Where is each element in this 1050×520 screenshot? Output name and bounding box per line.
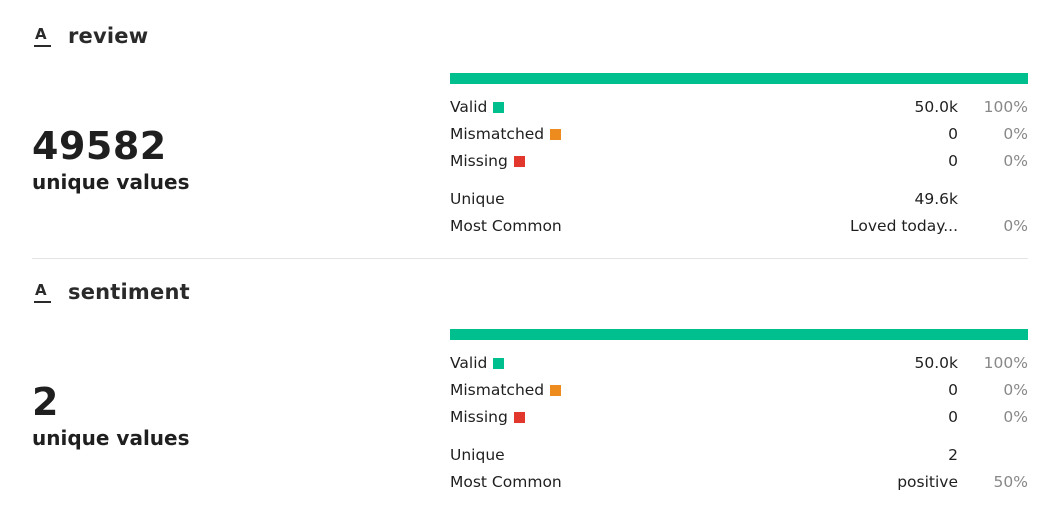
stats-table: Valid 50.0k 100% Mismatched 0 0% Missing… xyxy=(450,96,1028,242)
stat-label: Most Common xyxy=(450,473,562,491)
column-header[interactable]: A sentiment xyxy=(34,278,190,306)
validity-bar-valid-fill xyxy=(450,73,1028,84)
stat-row-mismatched: Mismatched 0 0% xyxy=(450,123,1028,150)
missing-swatch-icon xyxy=(513,155,525,167)
unique-summary: 2 unique values xyxy=(32,380,190,451)
string-type-icon: A xyxy=(34,281,52,303)
unique-count: 2 xyxy=(32,380,59,424)
stat-percent: 0% xyxy=(1003,125,1028,143)
stat-label: Mismatched xyxy=(450,125,545,143)
stat-row-valid: Valid 50.0k 100% xyxy=(450,352,1028,379)
stat-value: 0 xyxy=(948,125,958,143)
stat-percent: 100% xyxy=(983,354,1028,372)
stat-row-most-common: Most Common positive 50% xyxy=(450,471,1028,498)
stat-row-unique: Unique 49.6k xyxy=(450,188,1028,215)
column-name: review xyxy=(68,24,149,48)
unique-count-label: unique values xyxy=(32,170,190,194)
stat-value: 49.6k xyxy=(914,190,959,208)
validity-bar xyxy=(450,329,1028,340)
stat-value: 50.0k xyxy=(914,354,959,372)
unique-summary: 49582 unique values xyxy=(32,124,190,195)
stat-label: Mismatched xyxy=(450,381,545,399)
stat-row-valid: Valid 50.0k 100% xyxy=(450,96,1028,123)
column-summary-sentiment: A sentiment 2 unique values Valid 50.0k … xyxy=(0,256,1050,512)
stat-label: Unique xyxy=(450,446,505,464)
stat-value: 0 xyxy=(948,152,958,170)
stat-label: Missing xyxy=(450,152,508,170)
stat-row-unique: Unique 2 xyxy=(450,444,1028,471)
stat-value: 2 xyxy=(948,446,958,464)
stat-percent: 0% xyxy=(1003,408,1028,426)
unique-count-label: unique values xyxy=(32,426,190,450)
stat-percent: 0% xyxy=(1003,152,1028,170)
stat-row-missing: Missing 0 0% xyxy=(450,150,1028,177)
stat-percent: 0% xyxy=(1003,217,1028,235)
stats-table: Valid 50.0k 100% Mismatched 0 0% Missing… xyxy=(450,352,1028,498)
stat-percent: 100% xyxy=(983,98,1028,116)
column-summary-review: A review 49582 unique values Valid 50.0k… xyxy=(0,0,1050,256)
validity-bar-valid-fill xyxy=(450,329,1028,340)
stat-row-most-common: Most Common Loved today... 0% xyxy=(450,215,1028,242)
valid-swatch-icon xyxy=(493,101,505,113)
stat-label: Unique xyxy=(450,190,505,208)
valid-swatch-icon xyxy=(493,357,505,369)
stat-value: positive xyxy=(897,473,958,491)
mismatched-swatch-icon xyxy=(550,128,562,140)
stat-label: Valid xyxy=(450,354,488,372)
column-name: sentiment xyxy=(68,280,190,304)
string-type-icon: A xyxy=(34,25,52,47)
column-header[interactable]: A review xyxy=(34,22,148,50)
stat-value: 0 xyxy=(948,408,958,426)
stat-value: Loved today... xyxy=(850,217,958,235)
missing-swatch-icon xyxy=(513,411,525,423)
stat-label: Missing xyxy=(450,408,508,426)
unique-count: 49582 xyxy=(32,124,167,168)
stat-percent: 50% xyxy=(993,473,1028,491)
validity-bar xyxy=(450,73,1028,84)
stat-row-mismatched: Mismatched 0 0% xyxy=(450,379,1028,406)
mismatched-swatch-icon xyxy=(550,384,562,396)
stat-value: 50.0k xyxy=(914,98,959,116)
stat-percent: 0% xyxy=(1003,381,1028,399)
stat-label: Most Common xyxy=(450,217,562,235)
stat-value: 0 xyxy=(948,381,958,399)
stat-label: Valid xyxy=(450,98,488,116)
stat-row-missing: Missing 0 0% xyxy=(450,406,1028,433)
